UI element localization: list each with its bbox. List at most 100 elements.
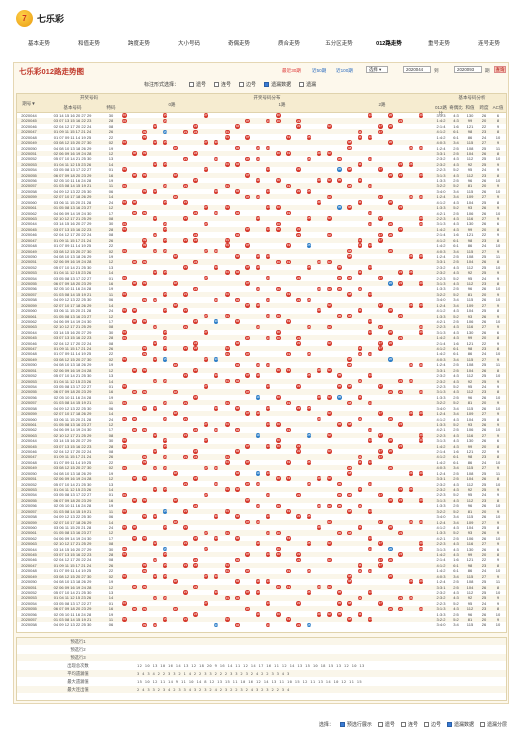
nav-item[interactable]: 大小号码	[164, 39, 214, 51]
number-ball: 15	[162, 200, 168, 205]
cell-special: 11	[108, 617, 114, 623]
number-ball: 19	[286, 460, 291, 465]
mark-option[interactable]: 边号	[239, 81, 256, 88]
footer-option[interactable]: 遗漏分层	[479, 721, 507, 728]
cell-ac: 8	[496, 524, 500, 530]
cell-sum: 92	[467, 378, 473, 384]
nav-item[interactable]: 跨度走势	[114, 39, 164, 51]
number-ball: 06	[132, 172, 137, 178]
nav-item[interactable]: 和值走势	[64, 39, 114, 51]
cell-ratio: 2:2:3	[436, 167, 446, 173]
nav-item[interactable]: 重号走势	[414, 39, 464, 51]
number-ball: 05	[337, 275, 342, 281]
number-ball: 27	[203, 205, 209, 211]
footer-option[interactable]: 连号	[400, 721, 418, 728]
number-ball: 11	[357, 162, 363, 167]
cell-sum: 108	[466, 362, 474, 368]
checkbox-icon[interactable]	[299, 82, 305, 88]
cell-issue: 2020056	[21, 394, 37, 400]
number-ball: 08	[347, 508, 352, 514]
number-ball: 15	[162, 416, 168, 422]
nav-item[interactable]: 012路走势	[364, 39, 414, 51]
range-suffix: 期	[485, 68, 490, 73]
number-ball: 05	[337, 601, 342, 606]
col-issue[interactable]: 期号▼	[19, 101, 39, 107]
mark-option[interactable]: 遗号	[189, 81, 206, 88]
footer-option[interactable]: 遗漏数据	[446, 721, 474, 728]
checkbox-icon[interactable]	[239, 82, 245, 88]
cell-sum: 106	[466, 210, 474, 216]
checkbox-icon[interactable]	[377, 721, 383, 727]
range-to-input[interactable]: 2020093	[454, 66, 482, 73]
cell-ratio: 3:3:1	[436, 584, 446, 590]
cell-span: 25	[481, 264, 487, 270]
table-row: 2020056 02 05 10 11 16 24 28 19 02 05 10 11 16 2…	[17, 286, 506, 292]
checkbox-icon[interactable]	[189, 82, 195, 88]
checkbox-icon[interactable]	[264, 82, 270, 88]
number-ball: 12	[152, 324, 158, 330]
query-button[interactable]: 查询	[494, 66, 506, 73]
nav-item[interactable]: 质合走势	[264, 39, 314, 51]
number-ball: 07	[245, 351, 250, 357]
cell-special: 30	[108, 438, 114, 444]
number-ball: 12	[152, 216, 158, 221]
number-ball: 09	[142, 427, 147, 433]
cell-nums: 03 07 13 15 16 22 23	[53, 118, 92, 124]
checkbox-icon[interactable]	[423, 721, 429, 727]
table-row: 2020056 02 05 10 11 16 24 28 19 02 05 10 11 16 2…	[17, 178, 506, 183]
number-ball: 21	[183, 481, 188, 487]
nav-item[interactable]: 连号走势	[464, 39, 514, 51]
period-select[interactable]: 选择 ▾	[366, 66, 388, 73]
site-name[interactable]: 七乐彩	[37, 12, 64, 25]
cell-span: 26	[481, 503, 487, 509]
period-link-30[interactable]: 最近30期	[282, 68, 301, 74]
checkbox-icon[interactable]	[446, 721, 452, 727]
cell-sum: 112	[466, 481, 474, 487]
period-link-50[interactable]: 近50期	[312, 68, 326, 74]
number-ball: 24	[193, 611, 198, 617]
nav-item[interactable]: 奇偶走势	[214, 39, 264, 51]
cell-issue: 2020056	[21, 286, 37, 292]
number-ball: 08	[347, 140, 352, 145]
number-ball: 16	[276, 286, 281, 292]
footer-option[interactable]: 遗号	[377, 721, 395, 728]
cell-issue: 2020044	[21, 113, 37, 118]
period-link-100[interactable]: 近100期	[336, 68, 353, 74]
mark-option[interactable]: 遗漏	[299, 81, 316, 88]
number-ball: 26	[408, 595, 414, 601]
checkbox-icon[interactable]	[339, 721, 345, 727]
number-ball: 25	[306, 216, 312, 221]
footer-option[interactable]: 边号	[423, 721, 441, 728]
footer-option[interactable]: 预选行展示	[339, 721, 372, 728]
cell-ratio: 3:1:3	[436, 438, 446, 444]
checkbox-icon[interactable]	[214, 82, 220, 88]
cell-oddeven: 4:3	[453, 595, 459, 601]
mark-option[interactable]: 连号	[214, 81, 231, 88]
col-ac: AC值	[492, 105, 504, 110]
number-ball: 18	[173, 579, 178, 584]
checkbox-icon[interactable]	[400, 721, 406, 727]
range-from-input[interactable]: 2020044	[403, 66, 431, 73]
nav-item[interactable]: 五分区走势	[314, 39, 364, 51]
number-ball: 04	[235, 405, 240, 411]
site-logo[interactable]: 7	[16, 10, 33, 27]
number-ball: 24	[193, 346, 198, 351]
checkbox-icon[interactable]	[479, 721, 485, 727]
cell-ac: 8	[496, 367, 500, 373]
nav-item[interactable]: 基本走势	[14, 39, 64, 51]
cell-oddeven: 2:5	[453, 394, 459, 400]
logo-text: 7	[22, 14, 27, 23]
number-ball: 24	[193, 454, 198, 460]
cell-nums: 03 05 08 13 17 22 27	[53, 167, 92, 173]
cell-issue: 2020055	[21, 281, 37, 287]
number-ball: 26	[408, 411, 414, 416]
cell-special: 24	[108, 416, 114, 422]
mark-option[interactable]: 遗漏数据	[264, 81, 291, 88]
number-ball: 10	[255, 579, 261, 584]
cell-special: 28	[108, 335, 114, 341]
table-row: 2020044 03 14 15 16 20 27 29 30 03 14 15 16 20 2…	[17, 221, 506, 226]
cell-ac: 10	[495, 351, 501, 357]
number-ball: 19	[286, 584, 291, 590]
cell-sum: 106	[466, 535, 474, 541]
cell-span: 26	[481, 421, 487, 427]
